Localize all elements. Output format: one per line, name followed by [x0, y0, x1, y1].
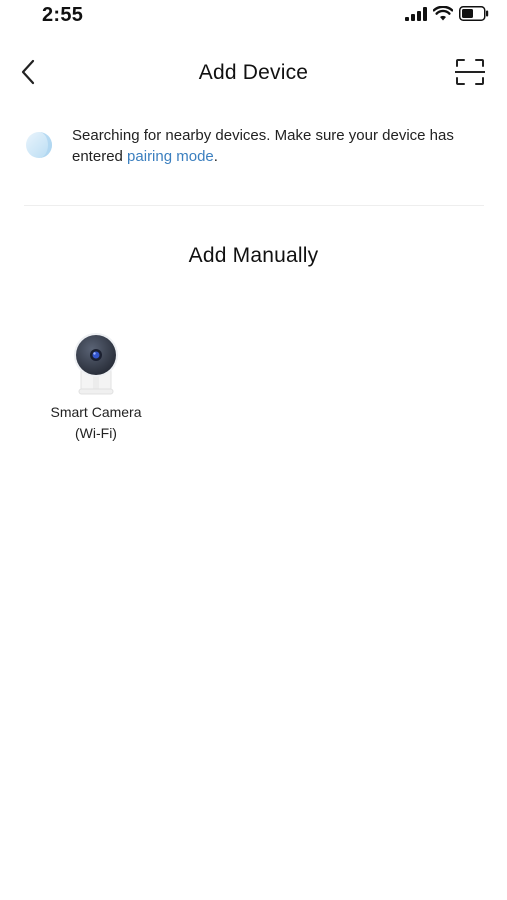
status-time: 2:55 — [42, 4, 84, 26]
chevron-left-icon — [21, 59, 35, 90]
searching-spinner-icon — [25, 131, 53, 159]
device-name-line2: (Wi-Fi) — [75, 425, 117, 441]
status-bar: 2:55 — [0, 0, 507, 34]
device-name-line1: Smart Camera — [50, 404, 142, 420]
divider — [24, 205, 484, 206]
device-tile-smart-camera[interactable]: Smart Camera (Wi-Fi) — [36, 326, 156, 446]
nav-bar: Add Device — [0, 50, 507, 98]
scan-frame-icon — [454, 58, 486, 91]
search-message-suffix: . — [213, 148, 218, 165]
page-title: Add Device — [198, 61, 309, 84]
add-manually-title: Add Manually — [188, 244, 319, 267]
pairing-mode-link[interactable]: pairing mode — [127, 148, 214, 165]
scan-button[interactable] — [453, 58, 487, 90]
battery-icon — [459, 6, 489, 26]
search-message: Searching for nearby devices. Make sure … — [72, 125, 492, 167]
wifi-icon — [432, 5, 454, 26]
device-name: Smart Camera (Wi-Fi) — [36, 402, 156, 444]
back-button[interactable] — [14, 58, 42, 90]
smart-camera-icon — [71, 328, 121, 398]
status-icons — [405, 5, 489, 26]
cellular-signal-icon — [405, 6, 427, 26]
